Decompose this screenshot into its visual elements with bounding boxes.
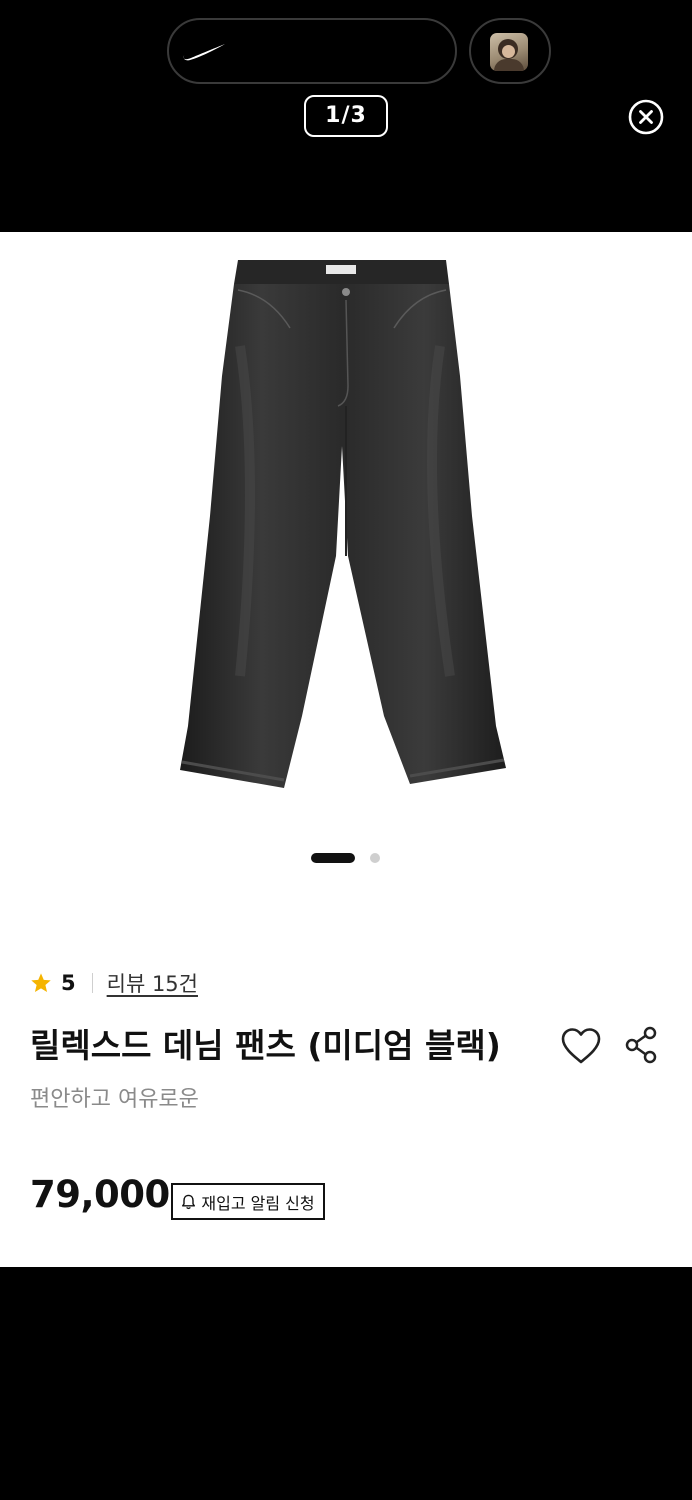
review-link[interactable]: 리뷰 15건 [107,968,198,998]
share-icon[interactable] [624,1026,658,1064]
nike-swoosh-icon [183,44,225,61]
star-icon [31,973,51,992]
close-icon[interactable] [628,99,664,135]
carousel-dot-active[interactable] [311,853,355,863]
product-price: 79,000 [30,1173,170,1216]
story-header: 1/3 [0,0,692,232]
rating-value: 5 [61,971,76,995]
restock-label: 재입고 알림 신청 [201,1193,315,1213]
bell-icon [182,1194,196,1209]
restock-alert-button[interactable]: 재입고 알림 신청 [171,1183,325,1220]
product-title: 릴렉스드 데님 팬츠 (미디엄 블랙) [30,1026,501,1065]
carousel-dot[interactable] [370,853,380,863]
heart-icon[interactable] [560,1027,602,1065]
divider [91,973,93,993]
product-subtitle: 편안하고 여유로운 [30,1087,199,1112]
rating-row: 5 리뷰 15건 [30,968,198,998]
bottom-overlay [0,1267,692,1500]
product-image[interactable] [170,256,522,792]
brand-pill[interactable] [167,18,457,84]
product-card: 5 리뷰 15건 릴렉스드 데님 팬츠 (미디엄 블랙) 편안하고 여유로운 7… [0,232,692,1267]
profile-button[interactable] [469,18,551,84]
avatar [490,33,528,71]
page-counter: 1/3 [304,95,388,137]
